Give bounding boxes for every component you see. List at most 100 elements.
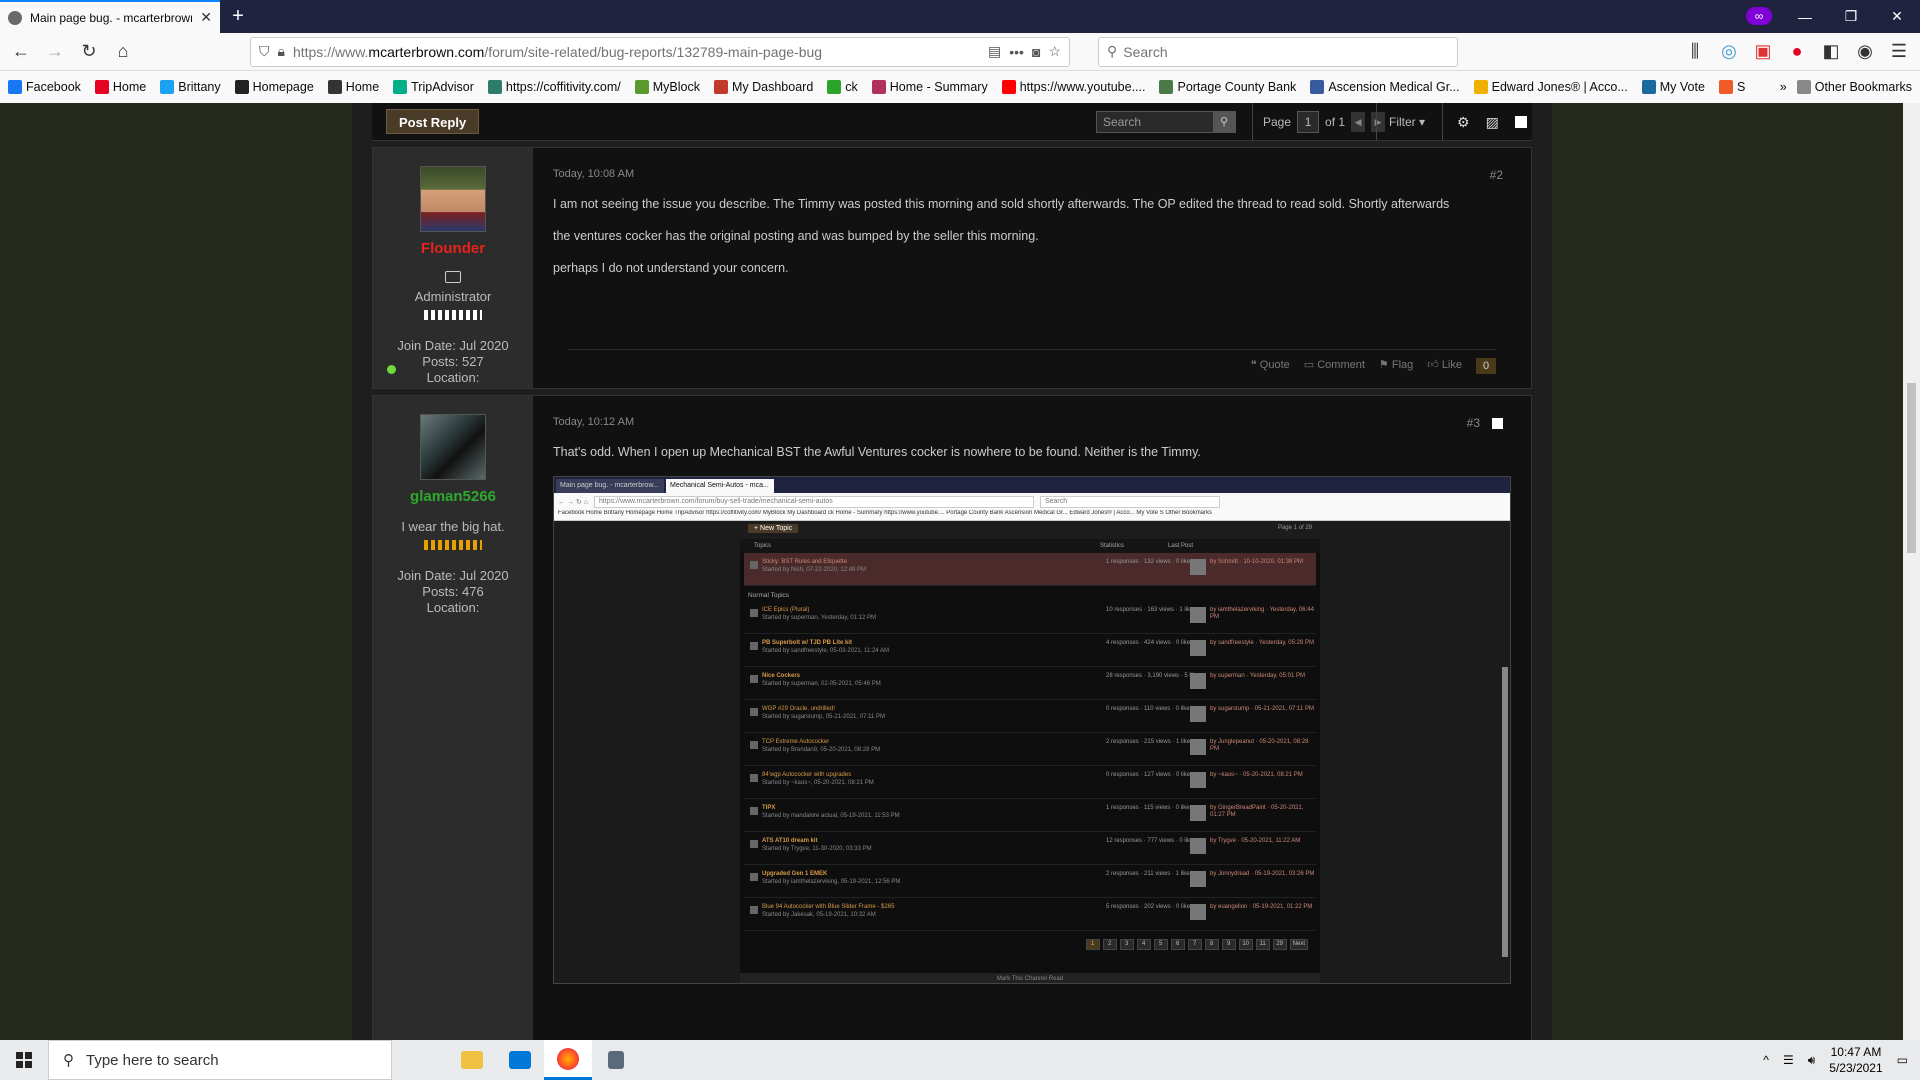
- flag-icon: ⚑: [1378, 359, 1389, 371]
- post-3: glaman5266 I wear the big hat. Join Date…: [372, 395, 1532, 1040]
- bookmark-item[interactable]: S: [1718, 80, 1745, 94]
- embedded-bookmarks: Facebook Home Brittany Homepage Home Tri…: [554, 510, 1510, 521]
- thread-search-input[interactable]: Search ⚲: [1096, 111, 1236, 133]
- pinterest-icon[interactable]: ●: [1782, 37, 1812, 67]
- avatar[interactable]: [420, 414, 486, 480]
- embedded-tab-bar: Main page bug. - mcarterbrow... Mechanic…: [554, 477, 1510, 493]
- bookmark-item[interactable]: TripAdvisor: [393, 80, 474, 94]
- quote-button[interactable]: ❝ Quote: [1251, 358, 1290, 374]
- topic-starter: Started by sugarstump, 05-21-2021, 07:11…: [762, 714, 885, 720]
- start-button[interactable]: [0, 1040, 48, 1080]
- page-viewport: Post Reply Search ⚲ Page 1 of 1 ◀ ▶ Filt…: [0, 103, 1920, 1040]
- gear-icon[interactable]: ⚙: [1457, 114, 1470, 131]
- notifications-icon[interactable]: ▭: [1897, 1053, 1908, 1067]
- other-bookmarks[interactable]: Other Bookmarks: [1796, 80, 1912, 94]
- toolbar-icons: ⫼ ◎ ▣ ● ◧ ◉ ☰: [1680, 37, 1914, 67]
- bookmark-item[interactable]: MyBlock: [634, 80, 700, 94]
- sync-icon[interactable]: ◎: [1714, 37, 1744, 67]
- home-button[interactable]: ⌂: [108, 37, 138, 67]
- firefox-icon[interactable]: [544, 1040, 592, 1080]
- extension-icon[interactable]: ▣: [1748, 37, 1778, 67]
- bookmark-item[interactable]: Home: [327, 80, 379, 94]
- author-name[interactable]: glaman5266: [373, 488, 533, 505]
- topic-starter: Started by superman, Yesterday, 01:12 PM: [762, 615, 876, 621]
- bookmarks-overflow-icon[interactable]: »: [1780, 80, 1787, 94]
- close-window-button[interactable]: ✕: [1874, 0, 1920, 33]
- image-icon[interactable]: ▨: [1486, 114, 1499, 131]
- bookmark-item[interactable]: Homepage: [234, 80, 314, 94]
- bookmark-star-icon[interactable]: ☆: [1048, 43, 1061, 60]
- comment-button[interactable]: ▭ Comment: [1304, 358, 1365, 374]
- like-button[interactable]: 👍︎ Like: [1427, 358, 1462, 374]
- network-icon[interactable]: ☰: [1783, 1053, 1794, 1067]
- post-reply-button[interactable]: Post Reply: [386, 109, 480, 134]
- bookmark-item[interactable]: Facebook: [8, 80, 81, 94]
- page-actions-icon[interactable]: •••: [1009, 44, 1024, 60]
- bookmark-item[interactable]: Home - Summary: [871, 80, 988, 94]
- post-count: Posts: 476: [422, 584, 484, 599]
- post-text: That's odd. When I open up Mechanical BS…: [553, 445, 1201, 459]
- chevron-up-icon[interactable]: ^: [1763, 1053, 1769, 1067]
- pocket-icon[interactable]: ◙: [1032, 44, 1040, 60]
- avatar: [1190, 805, 1206, 821]
- prev-page-icon[interactable]: ◀: [1351, 112, 1366, 132]
- bookmark-favicon-icon: [1001, 80, 1016, 94]
- shield-icon[interactable]: ⛉: [259, 43, 270, 60]
- volume-icon[interactable]: 🔊︎: [1808, 1053, 1816, 1068]
- maximize-button[interactable]: ❐: [1828, 0, 1874, 33]
- clock[interactable]: 10:47 AM 5/23/2021: [1829, 1044, 1882, 1076]
- filter-dropdown[interactable]: Filter ▾: [1376, 103, 1432, 141]
- menu-icon[interactable]: ☰: [1884, 37, 1914, 67]
- topic-starter: Started by sandfreestyle, 05-03-2021, 11…: [762, 648, 889, 654]
- post-number[interactable]: #2: [1490, 168, 1503, 182]
- bookmark-item[interactable]: My Dashboard: [713, 80, 813, 94]
- scrollbar-thumb[interactable]: [1907, 383, 1916, 553]
- post-number[interactable]: #3: [1467, 416, 1503, 430]
- forward-button[interactable]: →: [40, 37, 70, 67]
- page-link: 3: [1119, 939, 1134, 950]
- bookmark-favicon-icon: [1310, 80, 1325, 94]
- bookmark-item[interactable]: Brittany: [160, 80, 221, 94]
- sidebar-icon[interactable]: ◧: [1816, 37, 1846, 67]
- url-text[interactable]: https://www.mcarterbrown.com/forum/site-…: [293, 44, 980, 60]
- select-checkbox-icon[interactable]: [1514, 116, 1527, 128]
- bookmark-item[interactable]: Home: [94, 80, 146, 94]
- file-explorer-icon[interactable]: [448, 1040, 496, 1080]
- bookmark-item[interactable]: https://www.youtube....: [1001, 80, 1145, 94]
- back-button[interactable]: ←: [6, 37, 36, 67]
- avatar: [1190, 673, 1206, 689]
- bookmark-item[interactable]: Portage County Bank: [1159, 80, 1296, 94]
- reload-button[interactable]: ↻: [74, 37, 104, 67]
- library-icon[interactable]: ⫼: [1680, 37, 1710, 67]
- avatar: [1190, 640, 1206, 656]
- topic-icon: [750, 609, 758, 617]
- bookmark-item[interactable]: ck: [827, 80, 858, 94]
- site-favicon-icon: [8, 10, 22, 25]
- select-checkbox-icon[interactable]: [1492, 418, 1503, 430]
- new-tab-button[interactable]: +: [220, 0, 256, 33]
- bookmark-item[interactable]: Edward Jones® | Acco...: [1473, 80, 1628, 94]
- page-scrollbar[interactable]: [1903, 103, 1920, 1040]
- mail-icon[interactable]: [496, 1040, 544, 1080]
- embedded-screenshot[interactable]: Main page bug. - mcarterbrow... Mechanic…: [553, 476, 1511, 984]
- bookmark-item[interactable]: https://coffitivity.com/: [487, 80, 621, 94]
- flag-button[interactable]: ⚑ Flag: [1379, 358, 1413, 374]
- url-bar[interactable]: ⛉ 🔒︎ https://www.mcarterbrown.com/forum/…: [250, 36, 1070, 67]
- author-name[interactable]: Flounder: [373, 240, 533, 257]
- search-icon[interactable]: ⚲: [1213, 112, 1235, 132]
- reader-view-icon[interactable]: ▤: [988, 43, 1001, 60]
- minimize-button[interactable]: —: [1782, 0, 1828, 33]
- browser-search-input[interactable]: ⚲ Search: [1098, 36, 1458, 67]
- taskbar-search-input[interactable]: ⚲ Type here to search: [48, 1040, 392, 1080]
- message-icon[interactable]: [445, 271, 461, 283]
- bookmark-item[interactable]: My Vote: [1641, 80, 1705, 94]
- bookmark-item[interactable]: Ascension Medical Gr...: [1310, 80, 1460, 94]
- topic-last-post: by Jonnydread · 05-19-2021, 03:26 PM: [1190, 871, 1314, 887]
- tab-close-icon[interactable]: ✕: [200, 9, 212, 26]
- avatar[interactable]: [420, 166, 486, 232]
- account-icon[interactable]: ◉: [1850, 37, 1880, 67]
- lock-icon[interactable]: 🔒︎: [278, 43, 285, 60]
- tab-active[interactable]: Main page bug. - mcarterbrown.com ✕: [0, 0, 220, 33]
- calculator-icon[interactable]: [592, 1040, 640, 1080]
- page-input[interactable]: 1: [1297, 111, 1320, 133]
